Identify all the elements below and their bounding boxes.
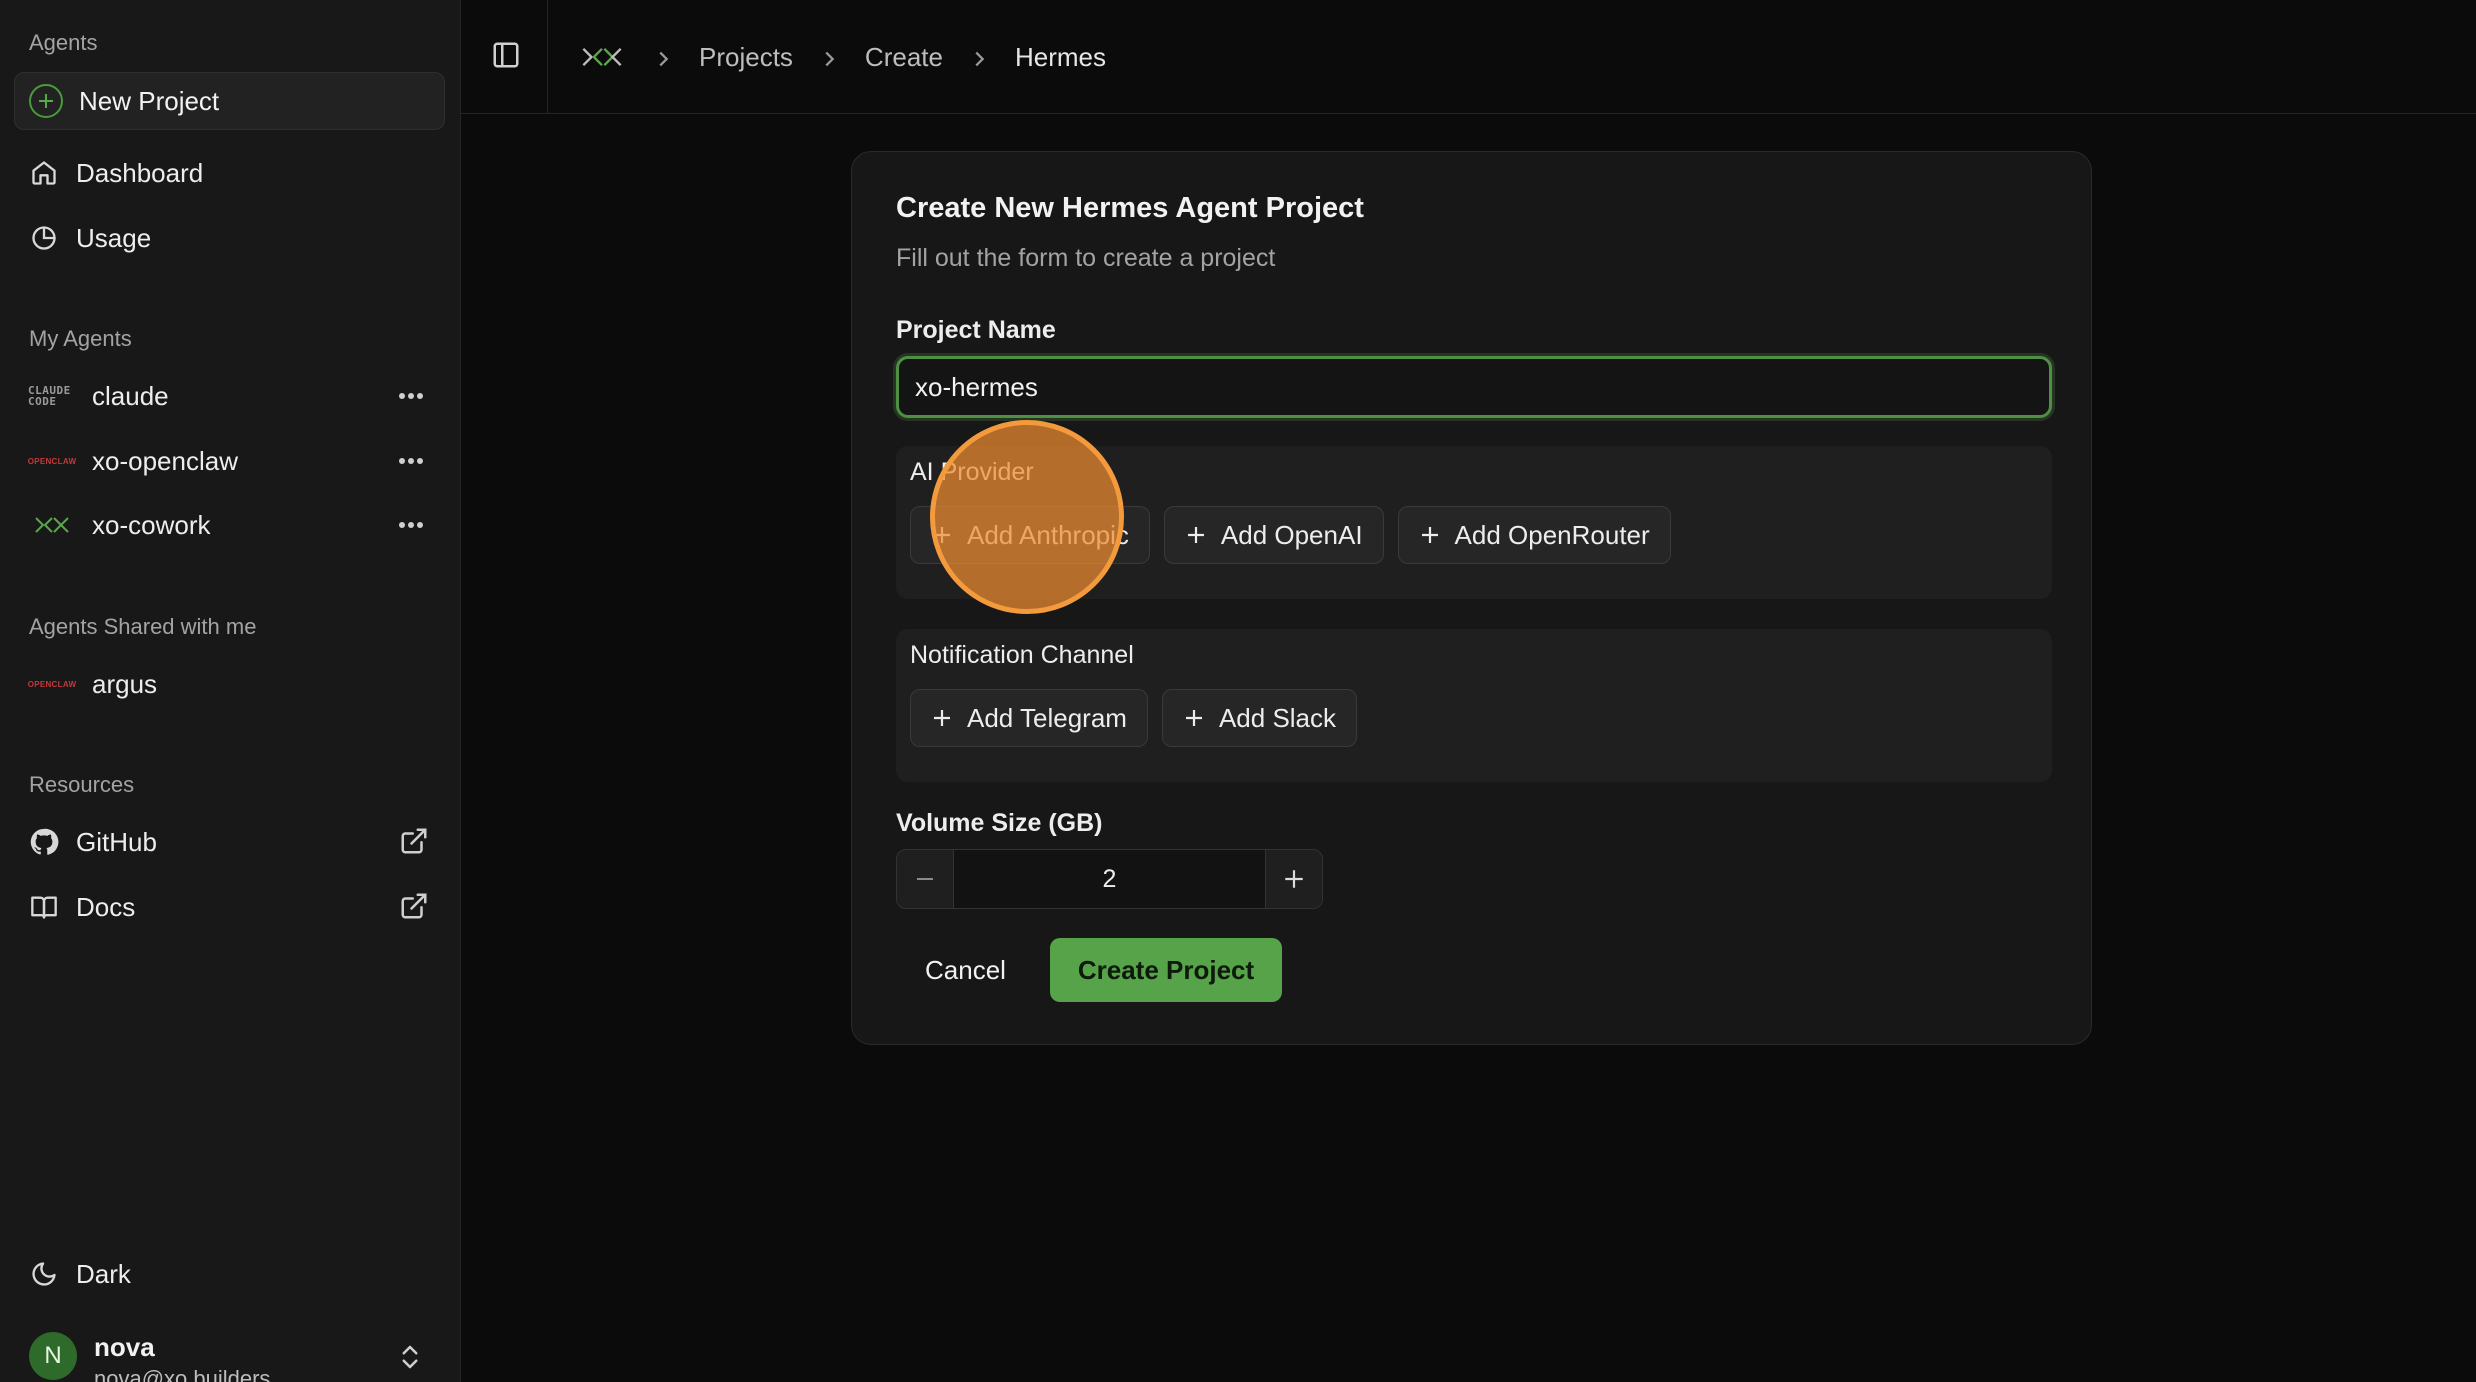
add-openrouter-button[interactable]: Add OpenRouter — [1397, 506, 1671, 564]
sidebar-item-label: GitHub — [76, 826, 157, 857]
openclaw-logo: OPENCLAW — [27, 679, 77, 689]
theme-toggle[interactable]: Dark — [14, 1246, 445, 1302]
button-label: Add OpenRouter — [1454, 519, 1650, 550]
user-name: nova — [94, 1332, 155, 1362]
theme-label: Dark — [76, 1258, 131, 1289]
section-label-resources: Resources — [29, 772, 135, 797]
section-label-shared: Agents Shared with me — [29, 614, 257, 639]
sidebar-item-usage[interactable]: Usage — [14, 210, 445, 266]
agent-item-xo-openclaw[interactable]: OPENCLAW xo-openclaw — [14, 433, 445, 489]
new-project-label: New Project — [79, 85, 220, 116]
claude-code-logo: CLAUDE CODE — [28, 384, 71, 408]
notification-buttons: Add Telegram Add Slack — [910, 689, 1371, 747]
card-subtitle: Fill out the form to create a project — [896, 244, 1276, 272]
more-options-icon[interactable] — [397, 511, 425, 539]
add-slack-button[interactable]: Add Slack — [1161, 689, 1358, 747]
sidebar-item-docs[interactable]: Docs — [14, 879, 445, 935]
agent-item-claude[interactable]: CLAUDE CODE claude — [14, 368, 445, 424]
volume-size-label: Volume Size (GB) — [896, 809, 1103, 837]
add-telegram-button[interactable]: Add Telegram — [910, 689, 1148, 747]
breadcrumb-create[interactable]: Create — [865, 42, 943, 73]
button-label: Add Anthropic — [967, 519, 1129, 550]
volume-size-value[interactable]: 2 — [953, 850, 1266, 908]
volume-size-stepper: 2 — [896, 849, 1323, 909]
agent-label: xo-cowork — [92, 509, 211, 540]
new-project-button[interactable]: New Project — [14, 72, 445, 130]
avatar: N — [29, 1332, 77, 1380]
book-icon — [28, 891, 60, 923]
plus-icon — [1185, 710, 1202, 726]
add-openai-button[interactable]: Add OpenAI — [1163, 506, 1384, 564]
pie-chart-icon — [28, 222, 60, 254]
minus-icon — [917, 878, 933, 880]
button-label: Add OpenAI — [1220, 519, 1363, 550]
xo-logo-icon — [28, 509, 76, 541]
home-icon — [28, 157, 60, 189]
sidebar-item-label: Dashboard — [76, 157, 204, 188]
sidebar-item-dashboard[interactable]: Dashboard — [14, 145, 445, 201]
agent-label: claude — [92, 380, 169, 411]
sidebar-item-github[interactable]: GitHub — [14, 814, 445, 870]
section-label-my-agents: My Agents — [29, 326, 132, 351]
plus-icon — [1285, 870, 1303, 888]
top-bar: Projects Create Hermes — [461, 0, 2476, 114]
breadcrumb: Projects Create Hermes — [577, 38, 1106, 76]
plus-icon — [1187, 527, 1204, 543]
sidebar-toggle-icon[interactable] — [491, 40, 523, 72]
chevron-right-icon — [652, 46, 674, 68]
external-link-icon — [399, 891, 431, 923]
xo-logo-icon[interactable] — [577, 43, 627, 71]
ai-provider-label: AI Provider — [910, 458, 1034, 486]
button-label: Add Slack — [1218, 702, 1337, 733]
ai-provider-buttons: Add Anthropic Add OpenAI Add OpenRouter — [910, 506, 1685, 564]
moon-icon — [28, 1258, 60, 1290]
agent-item-argus[interactable]: OPENCLAW argus — [14, 656, 445, 712]
sidebar-item-label: Usage — [76, 222, 152, 253]
project-name-label: Project Name — [896, 316, 1056, 344]
cancel-button[interactable]: Cancel — [896, 938, 1035, 1002]
agent-item-xo-cowork[interactable]: xo-cowork — [14, 497, 445, 553]
button-label: Add Telegram — [967, 702, 1127, 733]
agent-label: argus — [92, 668, 158, 699]
ai-provider-group: AI Provider Add Anthropic Add OpenAI Add… — [896, 446, 2052, 599]
user-email: nova@xo.builders — [94, 1366, 271, 1382]
more-options-icon[interactable] — [397, 447, 425, 475]
sidebar: Agents New Project Dashboard Usage My Ag… — [0, 0, 461, 1382]
github-icon — [28, 826, 60, 858]
add-anthropic-button[interactable]: Add Anthropic — [910, 506, 1150, 564]
user-menu[interactable]: N nova nova@xo.builders — [29, 1332, 439, 1382]
agent-label: xo-openclaw — [92, 445, 238, 476]
chevron-right-icon — [818, 46, 840, 68]
external-link-icon — [399, 826, 431, 858]
notification-channel-group: Notification Channel Add Telegram Add Sl… — [896, 629, 2052, 782]
divider — [547, 0, 548, 114]
plus-icon — [934, 527, 950, 543]
breadcrumb-projects[interactable]: Projects — [699, 42, 793, 73]
openclaw-logo: OPENCLAW — [27, 456, 77, 466]
card-title: Create New Hermes Agent Project — [896, 192, 1364, 224]
increment-button[interactable] — [1266, 850, 1322, 908]
app-root: Agents New Project Dashboard Usage My Ag… — [0, 0, 2476, 1382]
section-label-agents: Agents — [29, 30, 98, 55]
decrement-button[interactable] — [897, 850, 953, 908]
create-project-button[interactable]: Create Project — [1050, 938, 1282, 1002]
sidebar-item-label: Docs — [76, 891, 136, 922]
create-project-card: Create New Hermes Agent Project Fill out… — [851, 151, 2092, 1045]
breadcrumb-hermes: Hermes — [1014, 41, 1106, 72]
plus-icon — [1421, 527, 1438, 543]
chevron-right-icon — [968, 46, 990, 68]
notification-channel-label: Notification Channel — [910, 641, 1134, 669]
chevrons-up-down-icon — [395, 1342, 425, 1372]
plus-icon — [934, 710, 950, 726]
plus-circle-icon — [29, 84, 63, 118]
project-name-input[interactable] — [896, 356, 2052, 418]
more-options-icon[interactable] — [397, 382, 425, 410]
